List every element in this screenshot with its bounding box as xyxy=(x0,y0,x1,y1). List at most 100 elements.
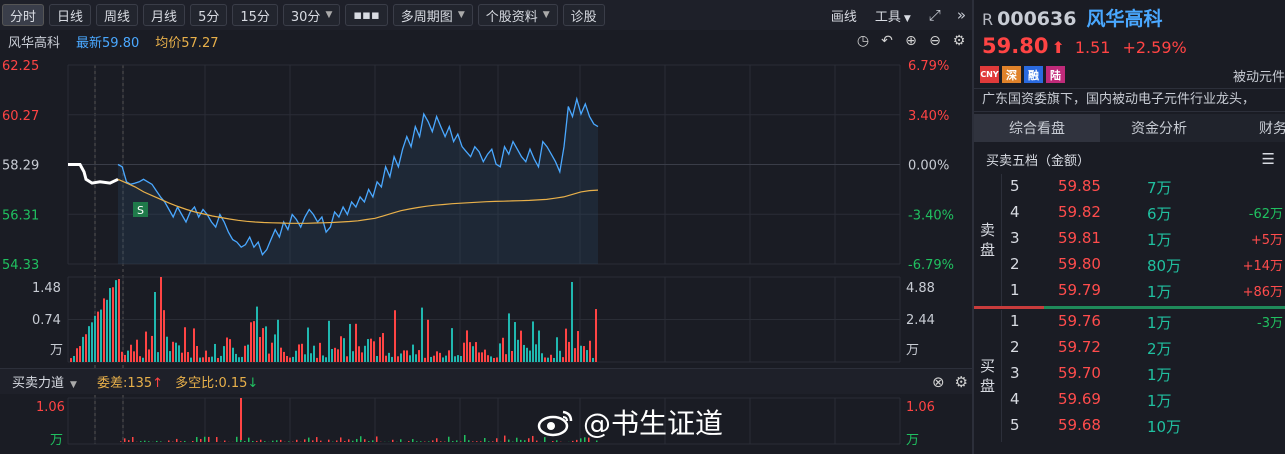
more-periods-button[interactable]: ▪▪▪ xyxy=(345,4,388,26)
concept-tag[interactable]: 被动元件 xyxy=(1233,66,1285,85)
zoom-out-icon[interactable]: ⊖ xyxy=(926,32,944,50)
tag-shenzhen[interactable]: 深 xyxy=(1002,66,1021,83)
buy-row-2[interactable]: 2 59.72 2万 xyxy=(1002,338,1285,364)
stock-header: R 000636 风华高科 xyxy=(982,4,1162,31)
force-bar xyxy=(496,438,498,442)
price: 59.85 xyxy=(1058,177,1101,195)
tab-fund-analysis[interactable]: 资金分析 xyxy=(1100,114,1218,142)
period-button-15min[interactable]: 15分 xyxy=(232,4,278,26)
tab-overview[interactable]: 综合看盘 xyxy=(974,114,1100,142)
undo-icon[interactable]: ↶ xyxy=(878,32,896,50)
force-bar xyxy=(272,440,274,442)
tag-connect[interactable]: 陆 xyxy=(1046,66,1065,83)
buy-row-1[interactable]: 1 59.76 1万 -3万 xyxy=(1002,312,1285,338)
volume-bar xyxy=(541,353,543,362)
volume-bar xyxy=(139,356,141,362)
tools-button[interactable]: 工具 ▼ xyxy=(875,6,911,25)
double-chevron-right-icon[interactable]: » xyxy=(957,6,966,24)
period-button-30min[interactable]: 30分 ▼ xyxy=(282,4,341,26)
delta: +14万 xyxy=(1242,259,1283,274)
force-bar xyxy=(476,441,478,442)
chart-info-line: 风华高科 最新59.80 均价57.27 ◷ ↶ ⊕ ⊖ ⚙ xyxy=(0,30,972,52)
arrow-up-icon: ⬆ xyxy=(1051,38,1065,57)
volume-bar xyxy=(493,357,495,362)
force-indicator-select[interactable]: 买卖力道 ▼ xyxy=(12,372,77,391)
sell-row-1[interactable]: 1 59.79 1万 +86万 xyxy=(1002,281,1285,307)
stock-info-label: 个股资料 xyxy=(485,9,538,25)
volume-bar xyxy=(418,350,420,362)
volume-bar xyxy=(136,339,138,362)
draw-line-button[interactable]: 画线 xyxy=(831,6,857,25)
period-button-weekly[interactable]: 周线 xyxy=(96,4,139,26)
multi-period-button[interactable]: 多周期图 ▼ xyxy=(392,4,473,26)
settings-gear-icon[interactable]: ⚙ xyxy=(955,373,968,391)
volume-bar xyxy=(304,354,306,362)
price-line: 59.80 ⬆ 1.51 +2.59% xyxy=(982,34,1187,58)
volume-bar xyxy=(367,339,369,362)
volume-bar xyxy=(574,348,576,362)
volume-bar xyxy=(532,321,534,362)
period-button-5min[interactable]: 5分 xyxy=(190,4,228,26)
buy-row-3[interactable]: 3 59.70 1万 xyxy=(1002,364,1285,390)
diagnose-button[interactable]: 诊股 xyxy=(562,4,605,26)
sell-row-4[interactable]: 4 59.82 6万 -62万 xyxy=(1002,203,1285,229)
volume-bar xyxy=(433,355,435,362)
tag-cny[interactable]: CNY xyxy=(980,66,999,83)
stock-info-button[interactable]: 个股资料 ▼ xyxy=(477,4,558,26)
volume-bar xyxy=(265,326,267,362)
caret-down-icon: ▼ xyxy=(903,13,911,24)
force-bar xyxy=(288,441,290,442)
force-bar xyxy=(336,440,338,442)
force-bar xyxy=(460,441,462,442)
sell-row-5[interactable]: 5 59.85 7万 xyxy=(1002,177,1285,203)
volume-bar xyxy=(583,346,585,362)
volume: 1万 xyxy=(1147,283,1172,301)
force-axis-label: 1.06 xyxy=(36,400,65,415)
tag-margin[interactable]: 融 xyxy=(1024,66,1043,83)
volume-bar xyxy=(100,309,102,362)
volume: 10万 xyxy=(1147,418,1182,436)
sell-row-3[interactable]: 3 59.81 1万 +5万 xyxy=(1002,229,1285,255)
buy-row-5[interactable]: 5 59.68 10万 xyxy=(1002,416,1285,442)
period-button-daily[interactable]: 日线 xyxy=(49,4,92,26)
volume-bar xyxy=(484,349,486,362)
tab-financial[interactable]: 财务 xyxy=(1218,114,1285,142)
period-button-monthly[interactable]: 月线 xyxy=(143,4,186,26)
zoom-in-icon[interactable]: ⊕ xyxy=(902,32,920,50)
expand-icon[interactable]: ⤢ xyxy=(929,6,941,24)
buy-row-4[interactable]: 4 59.69 1万 xyxy=(1002,390,1285,416)
sell-row-2[interactable]: 2 59.80 80万 +14万 xyxy=(1002,255,1285,281)
force-bar xyxy=(436,438,438,442)
volume-bar xyxy=(373,341,375,362)
volume: 1万 xyxy=(1147,366,1172,384)
avg-price-label: 均价57.27 xyxy=(147,32,218,51)
close-icon[interactable]: ⊗ xyxy=(932,373,945,391)
volume-bar xyxy=(577,331,579,362)
stock-tags: CNY 深 融 陆 xyxy=(980,66,1068,83)
settings-gear-icon[interactable]: ⚙ xyxy=(950,32,968,50)
volume-bar xyxy=(160,277,162,362)
volume-bar xyxy=(154,292,156,362)
force-bar xyxy=(244,441,246,442)
volume-bar xyxy=(421,307,423,362)
force-bar xyxy=(352,440,354,442)
volume: 7万 xyxy=(1147,179,1172,197)
volume-bar xyxy=(82,336,84,362)
clock-icon[interactable]: ◷ xyxy=(854,32,872,50)
price: 59.82 xyxy=(1058,203,1101,221)
period-button-intraday[interactable]: 分时 xyxy=(2,4,45,26)
stock-name[interactable]: 风华高科 xyxy=(1086,4,1162,31)
volume-bar xyxy=(190,357,192,362)
force-bar xyxy=(312,440,314,442)
force-bar xyxy=(128,440,130,442)
force-bar xyxy=(140,441,142,442)
force-bar xyxy=(504,435,506,442)
force-bar xyxy=(144,440,146,442)
sell-signal-label: S xyxy=(137,204,144,217)
menu-icon[interactable]: ☰ xyxy=(1262,150,1275,168)
level: 1 xyxy=(1010,281,1020,299)
volume-bar xyxy=(430,356,432,362)
volume-bar xyxy=(124,354,126,362)
volume-bar xyxy=(592,357,594,362)
force-bar xyxy=(448,436,450,442)
